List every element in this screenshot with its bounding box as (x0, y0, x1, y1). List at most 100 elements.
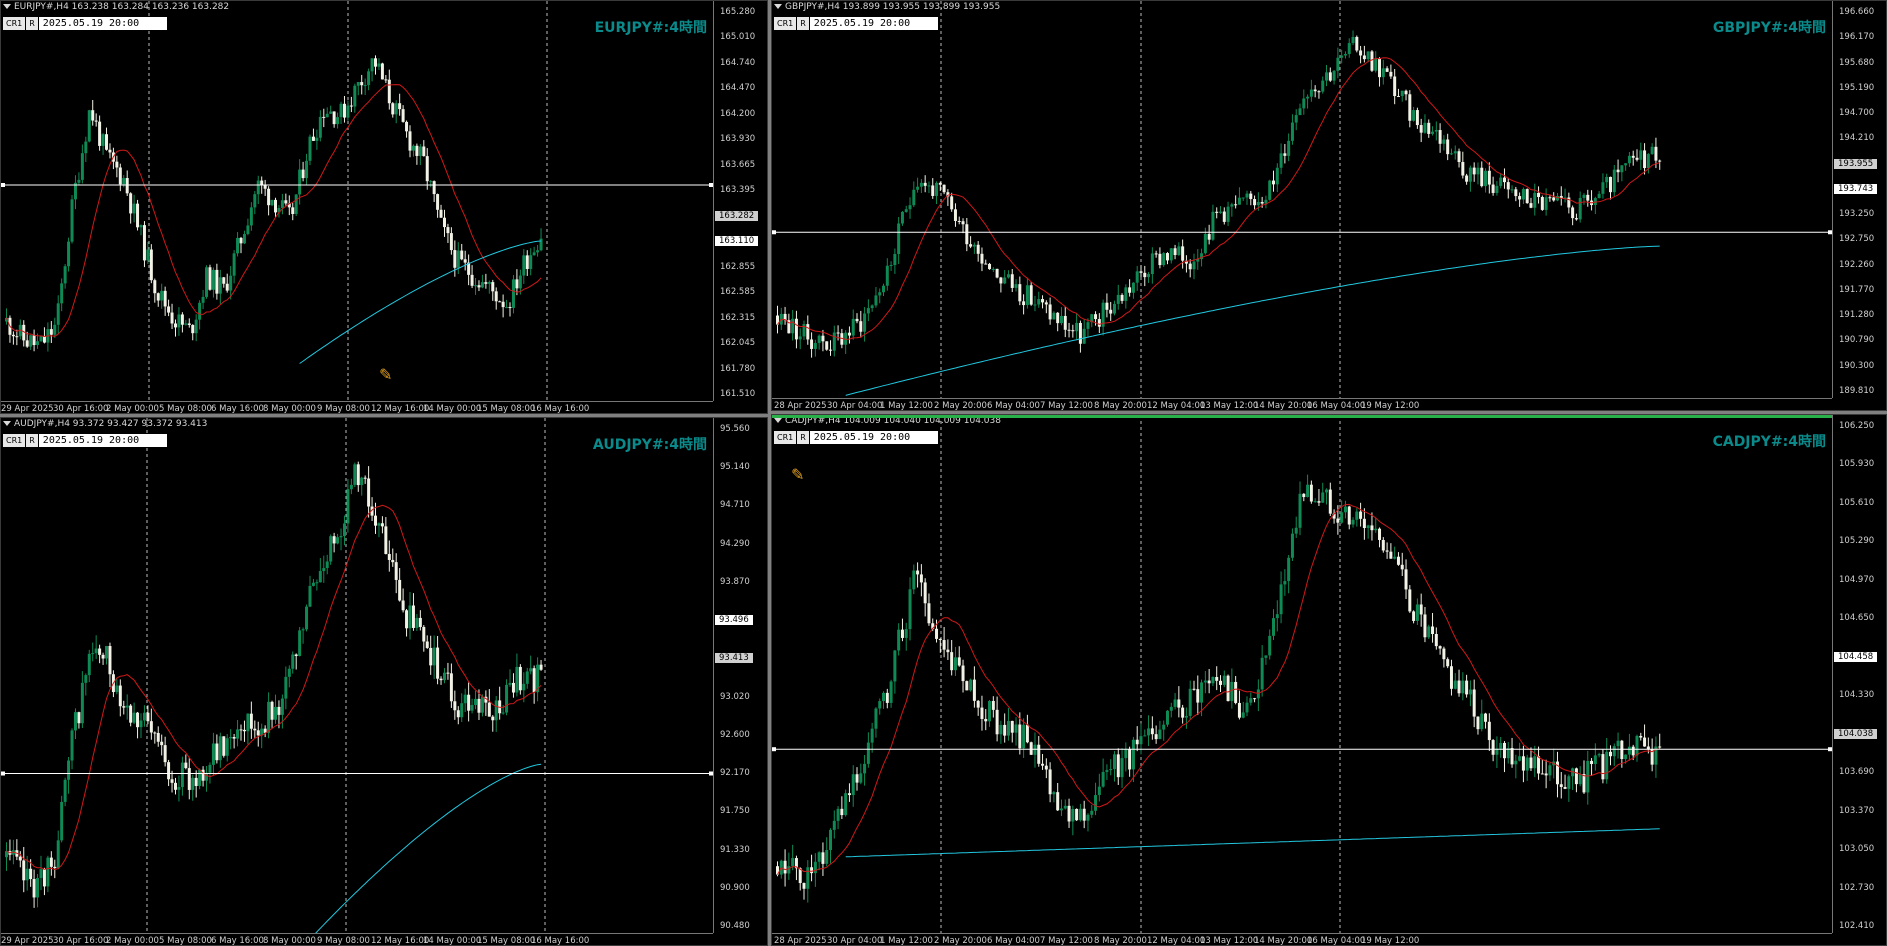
datetime-field[interactable]: 2025.05.19 20:00 (809, 17, 938, 30)
candle-body (1366, 525, 1370, 528)
candle-body (32, 879, 36, 898)
candle-body (211, 743, 215, 765)
chart-header[interactable]: AUDJPY#,H4 93.372 93.427 93.372 93.413 (3, 419, 207, 429)
badge-cr1[interactable]: CR1 (774, 431, 797, 444)
candle-body (1124, 287, 1128, 301)
candle-body (950, 196, 954, 210)
candle-body (501, 712, 505, 714)
candle-body (305, 160, 309, 179)
candle-body (1650, 146, 1654, 155)
time-tick: 15 May 08:00 (477, 404, 536, 414)
price-chart-plot[interactable] (772, 415, 1832, 933)
candle-body (449, 673, 453, 702)
triangle-down-icon[interactable] (774, 418, 782, 423)
time-tick: 19 May 12:00 (1361, 936, 1420, 946)
candle-body (1283, 153, 1287, 156)
badge-r[interactable]: R (26, 17, 38, 30)
candle-body (177, 314, 181, 328)
candle-body (1150, 253, 1154, 275)
candle-body (1586, 760, 1590, 793)
price-scale[interactable]: 196.660 196.170 195.680 195.190 194.700 194.2… (1832, 1, 1886, 398)
candle-body (380, 523, 384, 527)
time-scale[interactable]: 28 Apr 2025 30 Apr 04:00 1 May 12:00 2 May … (772, 933, 1832, 946)
candle-body (1340, 55, 1344, 58)
candle-body (1302, 493, 1306, 498)
triangle-down-icon[interactable] (774, 4, 782, 9)
triangle-down-icon[interactable] (3, 421, 11, 426)
badge-r[interactable]: R (797, 431, 809, 444)
candle-body (999, 724, 1003, 735)
candle-body (163, 745, 167, 763)
price-scale[interactable]: 95.560 95.140 94.710 94.290 93.870 93.496 93.4… (713, 418, 767, 933)
candle-body (115, 161, 119, 168)
candle-body (308, 585, 312, 607)
candle-body (67, 241, 71, 267)
candle-body (25, 868, 29, 881)
pencil-icon[interactable]: ✎ (791, 465, 804, 484)
candle-body (387, 79, 391, 104)
badge-cr1[interactable]: CR1 (774, 17, 797, 30)
price-chart-plot[interactable] (1, 1, 713, 401)
badge-r[interactable]: R (797, 17, 809, 30)
candle-body (336, 117, 340, 125)
chart-window-eurjpy[interactable]: EURJPY#,H4 163.238 163.284 163.236 163.2… (0, 0, 768, 414)
candle-body (122, 706, 126, 708)
candle-body (1264, 199, 1268, 204)
candle-body (1116, 294, 1120, 304)
candle-body (1643, 150, 1647, 169)
datetime-field[interactable]: 2025.05.19 20:00 (38, 434, 167, 447)
candle-body (988, 263, 992, 270)
candle-body (232, 737, 236, 739)
candle-body (77, 712, 81, 724)
candle-body (836, 332, 840, 334)
chart-header[interactable]: EURJPY#,H4 163.238 163.284 163.236 163.2… (3, 2, 229, 12)
candle-body (491, 282, 495, 292)
candle-body (60, 801, 64, 841)
datetime-field[interactable]: 2025.05.19 20:00 (809, 431, 938, 444)
candle-body (467, 694, 471, 711)
candle-body (1059, 315, 1063, 324)
datetime-field[interactable]: 2025.05.19 20:00 (38, 17, 167, 30)
candle-body (988, 700, 992, 722)
candle-body (1639, 150, 1643, 160)
price-tick: 93.870 (720, 576, 750, 587)
bid-price-tag: 104.038 (1834, 728, 1878, 739)
time-scale[interactable]: 29 Apr 2025 30 Apr 16:00 2 May 00:00 5 May … (1, 933, 713, 946)
badge-cr1[interactable]: CR1 (3, 17, 26, 30)
moving-average-slow (845, 828, 1660, 858)
candle-body (411, 605, 415, 628)
candle-body (456, 710, 460, 718)
time-tick: 29 Apr 2025 (1, 936, 54, 946)
candle-body (29, 868, 33, 880)
badge-r[interactable]: R (26, 434, 38, 447)
price-chart-plot[interactable] (1, 418, 713, 933)
candle-body (813, 342, 817, 349)
price-scale[interactable]: 165.280 165.010 164.740 164.470 164.200 163.9… (713, 1, 767, 401)
price-scale[interactable]: 106.250 105.930 105.610 105.290 104.970 104.6… (1832, 415, 1886, 933)
candle-body (339, 103, 343, 118)
candle-body (1044, 302, 1048, 305)
candle-body (1431, 626, 1435, 634)
candle-body (239, 237, 243, 244)
candle-body (844, 793, 848, 816)
triangle-down-icon[interactable] (3, 4, 11, 9)
candle-body (1608, 751, 1612, 757)
time-tick: 15 May 08:00 (477, 936, 536, 946)
candle-body (1442, 648, 1446, 660)
bid-price-tag: 193.955 (1834, 158, 1878, 169)
time-tick: 12 May 16:00 (371, 936, 430, 946)
price-tick: 90.480 (720, 921, 750, 931)
chart-header[interactable]: GBPJPY#,H4 193.899 193.955 193.899 193.9… (774, 2, 1000, 12)
candle-body (218, 736, 222, 761)
badge-cr1[interactable]: CR1 (3, 434, 26, 447)
time-tick: 28 Apr 2025 (774, 936, 827, 946)
chart-window-cadjpy[interactable]: CADJPY#,H4 104.009 104.040 104.009 104.0… (771, 414, 1887, 946)
time-scale[interactable]: 29 Apr 2025 30 Apr 16:00 2 May 00:00 5 May … (1, 401, 713, 414)
candle-body (49, 329, 53, 335)
price-chart-plot[interactable] (772, 1, 1832, 398)
pencil-icon[interactable]: ✎ (379, 365, 392, 384)
time-scale[interactable]: 28 Apr 2025 30 Apr 04:00 1 May 12:00 2 May … (772, 398, 1832, 410)
price-tick: 164.470 (720, 83, 756, 94)
chart-window-gbpjpy[interactable]: GBPJPY#,H4 193.899 193.955 193.899 193.9… (771, 0, 1887, 411)
chart-window-audjpy[interactable]: AUDJPY#,H4 93.372 93.427 93.372 93.413 CR… (0, 417, 768, 946)
